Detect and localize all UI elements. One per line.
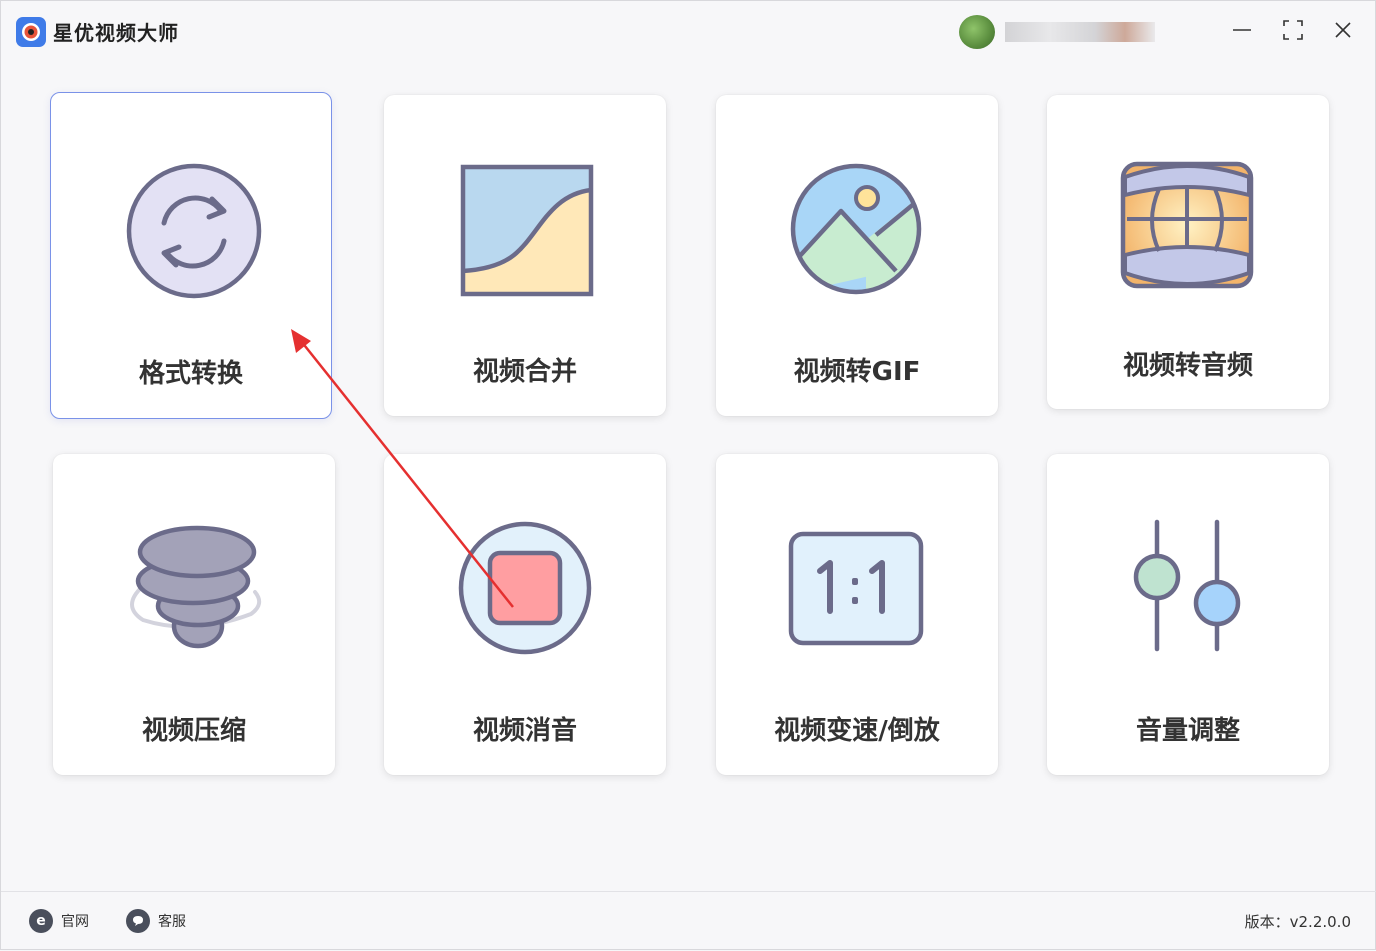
card-video-merge[interactable]: 视频合并 xyxy=(384,95,666,416)
card-label: 视频压缩 xyxy=(141,716,246,746)
minimize-button[interactable] xyxy=(1225,15,1259,49)
card-label: 音量调整 xyxy=(1135,716,1240,746)
card-label: 视频转GIF xyxy=(793,357,921,387)
card-video-compress[interactable]: 视频压缩 xyxy=(53,454,335,775)
title-bar: 星优视频大师 xyxy=(1,1,1376,61)
ratio-1-1-icon xyxy=(716,454,998,698)
user-account[interactable] xyxy=(959,15,1159,49)
card-label: 视频变速/倒放 xyxy=(774,716,940,746)
close-button[interactable] xyxy=(1326,15,1360,49)
card-video-mute[interactable]: 视频消音 xyxy=(384,454,666,775)
tornado-compress-icon xyxy=(53,454,335,698)
username-redacted xyxy=(1005,22,1155,42)
version-text: 版本：v2.2.0.0 xyxy=(1244,913,1351,931)
card-volume-adjust[interactable]: 音量调整 xyxy=(1047,454,1329,775)
merge-icon xyxy=(384,95,666,339)
card-format-convert[interactable]: 格式转换 xyxy=(50,92,332,419)
card-label: 视频转音频 xyxy=(1122,351,1253,381)
card-video-speed-reverse[interactable]: 视频变速/倒放 xyxy=(716,454,998,775)
app-title: 星优视频大师 xyxy=(53,21,179,45)
minimize-icon xyxy=(1231,19,1253,46)
browser-e-icon: e xyxy=(29,909,53,933)
close-icon xyxy=(1333,20,1353,45)
sliders-icon xyxy=(1047,454,1329,698)
stop-mute-icon xyxy=(384,454,666,698)
support-label: 客服 xyxy=(158,914,186,930)
card-label: 视频消音 xyxy=(472,716,577,746)
footer-divider xyxy=(1,891,1376,892)
avatar[interactable] xyxy=(959,15,995,49)
maximize-icon xyxy=(1282,19,1304,46)
support-link[interactable]: 客服 xyxy=(126,909,186,933)
maximize-button[interactable] xyxy=(1276,15,1310,49)
website-label: 官网 xyxy=(61,914,89,930)
app-window: 星优视频大师 格式转换 视频合并 视频转GIF 视频转音频 视频压缩 视频消音 … xyxy=(0,0,1376,950)
app-logo-icon xyxy=(16,17,46,47)
card-video-to-gif[interactable]: 视频转GIF xyxy=(716,95,998,416)
image-landscape-icon xyxy=(716,95,998,339)
website-link[interactable]: e 官网 xyxy=(29,909,89,933)
card-label: 视频合并 xyxy=(472,357,577,387)
audio-wide-icon xyxy=(1047,95,1329,339)
chat-bubble-icon xyxy=(126,909,150,933)
card-video-to-audio[interactable]: 视频转音频 xyxy=(1047,95,1329,409)
convert-arrows-icon xyxy=(51,93,331,347)
card-label: 格式转换 xyxy=(138,359,243,389)
